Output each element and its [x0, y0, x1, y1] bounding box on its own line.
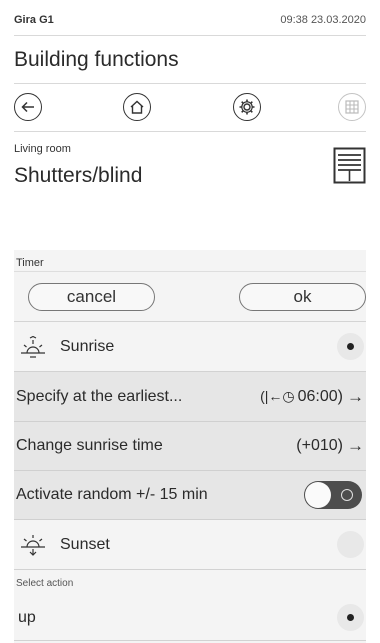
random-toggle[interactable]	[304, 481, 362, 509]
change-time-row[interactable]: Change sunrise time (+010) →	[14, 422, 366, 471]
sunrise-option[interactable]: Sunrise	[14, 322, 366, 372]
arrow-right-icon: →	[347, 386, 364, 406]
sunset-label: Sunset	[60, 535, 110, 553]
back-button[interactable]	[14, 93, 42, 121]
shutter-blind-icon	[333, 147, 366, 184]
settings-button[interactable]	[233, 93, 261, 121]
sunset-icon	[21, 534, 45, 556]
divider	[14, 131, 366, 132]
grid-button[interactable]	[338, 93, 366, 121]
timer-label: Timer	[14, 250, 366, 272]
timer-panel: Timer cancel ok Sunrise Specify at the e…	[14, 250, 366, 643]
change-time-value: (+010) →	[296, 436, 364, 456]
clock: 09:38 23.03.2020	[280, 14, 366, 26]
change-time-label: Change sunrise time	[16, 437, 163, 454]
device-name: Gira G1	[14, 14, 54, 26]
nav-bar	[14, 93, 366, 125]
random-label: Activate random +/- 15 min	[16, 486, 208, 503]
sunrise-label: Sunrise	[60, 337, 115, 355]
home-icon	[130, 100, 144, 114]
radio-selected-dot	[347, 343, 354, 350]
earliest-time-row[interactable]: Specify at the earliest... (|←◷ 06:00) →	[14, 372, 366, 422]
room-label: Living room	[14, 143, 71, 155]
status-bar: Gira G1 09:38 23.03.2020	[14, 14, 366, 36]
select-action-label: Select action	[16, 578, 74, 589]
earliest-time: 06:00)	[297, 387, 343, 405]
cancel-button[interactable]: cancel	[28, 283, 155, 311]
random-row: Activate random +/- 15 min	[14, 471, 366, 520]
action-up-label: up	[18, 608, 36, 626]
grid-icon	[345, 100, 359, 114]
sunset-option[interactable]: Sunset	[14, 520, 366, 570]
change-time-offset: (+010)	[296, 437, 343, 454]
ok-button[interactable]: ok	[239, 283, 366, 311]
toggle-knob	[305, 482, 331, 508]
home-button[interactable]	[123, 93, 151, 121]
divider	[14, 83, 366, 84]
sunset-radio[interactable]	[337, 531, 364, 558]
radio-selected-dot	[347, 614, 354, 621]
sunrise-radio[interactable]	[337, 333, 364, 360]
action-up-option[interactable]: up	[14, 595, 366, 641]
arrow-right-icon: →	[347, 436, 364, 455]
action-up-radio[interactable]	[337, 604, 364, 631]
earliest-prefix: (|←◷	[260, 388, 295, 404]
app-title: Building functions	[14, 48, 179, 71]
page-title: Shutters/blind	[14, 164, 143, 187]
toggle-off-icon	[341, 489, 353, 501]
earliest-value: (|←◷ 06:00) →	[260, 387, 364, 407]
action-bar: cancel ok	[14, 272, 366, 322]
arrow-left-icon	[21, 101, 34, 113]
gear-icon	[239, 99, 255, 115]
earliest-label: Specify at the earliest...	[16, 387, 183, 405]
sunrise-icon	[21, 335, 45, 358]
